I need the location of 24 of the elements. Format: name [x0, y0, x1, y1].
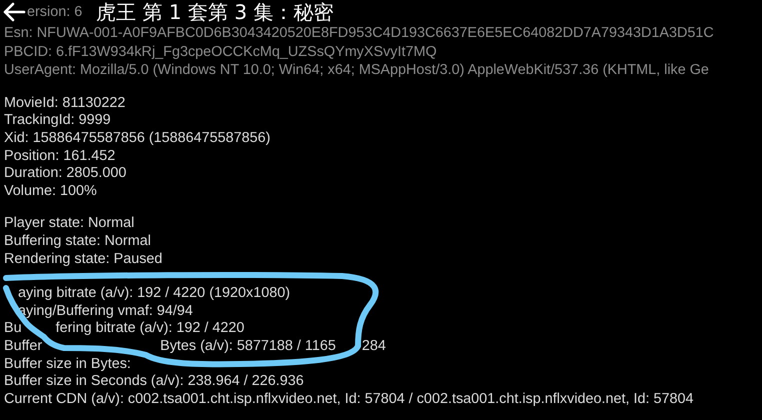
stats-text: Buffer size in Seconds (a/v): 238.964 / 226.936 — [4, 373, 304, 391]
state-line: Buffering state: Normal — [4, 232, 152, 251]
stats-text: Bytes (a/v): 5877188 / 1165 — [160, 338, 336, 356]
stats-text: 284 — [362, 338, 386, 356]
stats-text: fering bitrate (a/v): 192 / 4220 — [56, 320, 244, 338]
version-text: ersion: 6 — [27, 4, 82, 20]
info-line: Position: 161.452 — [4, 148, 116, 166]
stats-text: Buffer size in Bytes: — [4, 356, 131, 374]
back-arrow-icon[interactable] — [2, 2, 26, 22]
stats-text: Buffer — [4, 338, 42, 356]
info-line: UserAgent: Mozilla/5.0 (Windows NT 10.0; Win64; x64; MSAppHost/3.0) AppleWebKit/537.36 (KHTML, like Ge — [4, 61, 710, 80]
stats-text: Current CDN (a/v): c002.tsa001.cht.isp.nflxvideo.net, Id: 57804 / c002.tsa001.cht.isp.nflxvideo.net, Id: 57804 — [4, 390, 694, 408]
info-line: Duration: 2805.000 — [4, 165, 128, 183]
info-line: Esn: NFUWA-001-A0F9AFBC0D6B3043420520E8FD953C4D193C6637E6E5EC64082DD7A79343D1A3D51C — [4, 24, 715, 43]
state-line: Rendering state: Paused — [4, 250, 164, 268]
info-line: MovieId: 81130222 — [4, 94, 126, 112]
info-line: Volume: 100% — [4, 182, 98, 200]
episode-title: 虎王 第 1 套第 3 集：秘密 — [96, 0, 334, 26]
info-line: TrackingId: 9999 — [4, 112, 112, 130]
stats-text: aying bitrate (a/v): 192 / 4220 (1920x1080) — [18, 285, 290, 303]
info-line: Xid: 15886475587856 (15886475587856) — [4, 130, 272, 148]
state-line: Player state: Normal — [4, 215, 136, 233]
info-line: PBCID: 6.fF13W934kRj_Fg3cpeOCCKcMq_UZSsQYmyXSvyIt7MQ — [4, 42, 438, 62]
stats-text: Bu — [4, 320, 22, 338]
